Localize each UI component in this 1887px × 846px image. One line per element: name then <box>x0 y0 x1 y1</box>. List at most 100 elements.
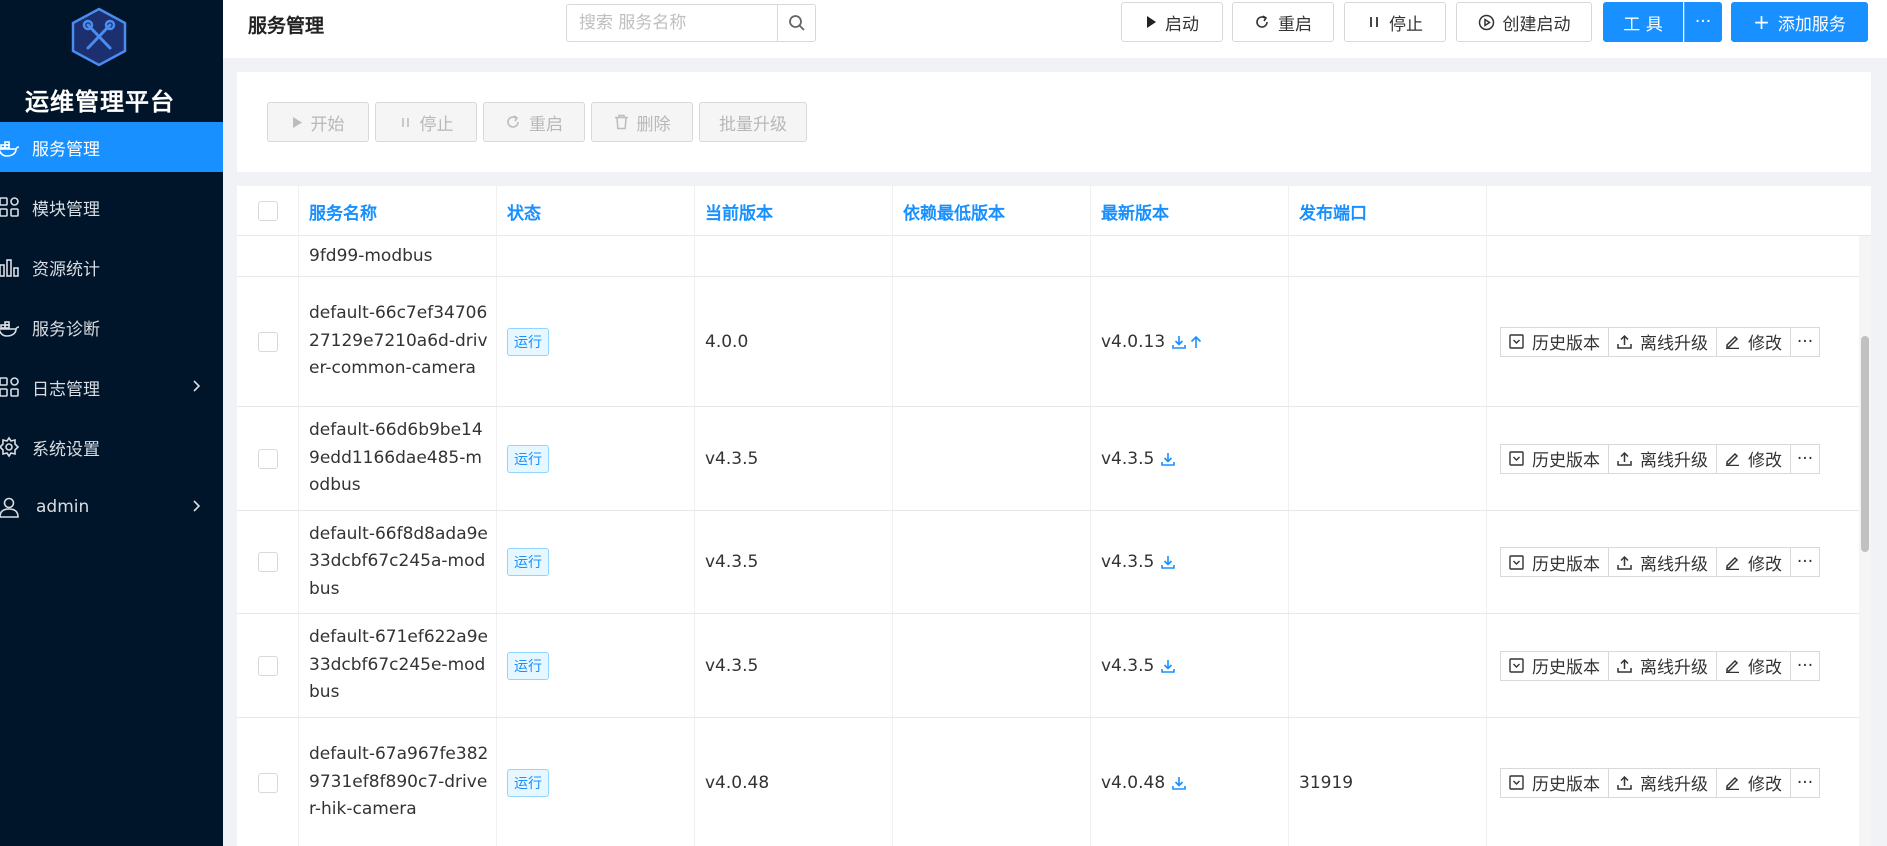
column-header-current-version[interactable]: 当前版本 <box>695 186 893 236</box>
history-version-button[interactable]: 历史版本 <box>1500 443 1609 474</box>
latest-version: v4.3.5 <box>1101 448 1155 469</box>
sidebar-item-system-settings[interactable]: 系统设置 <box>0 422 223 472</box>
row-checkbox[interactable] <box>257 448 278 469</box>
offline-upgrade-button[interactable]: 离线升级 <box>1608 767 1717 798</box>
offline-upgrade-button[interactable]: 离线升级 <box>1608 650 1717 681</box>
bar-chart-icon <box>0 254 22 280</box>
upgrade-arrow-icon[interactable] <box>1189 334 1203 350</box>
sidebar-item-log-management[interactable]: 日志管理 <box>0 362 223 412</box>
edit-button[interactable]: 修改 <box>1716 767 1791 798</box>
history-label: 历史版本 <box>1532 451 1600 471</box>
column-header-actions <box>1487 186 1871 236</box>
edit-button[interactable]: 修改 <box>1716 326 1791 357</box>
table-row[interactable]: default-671ef622a9e33dcbf67c245e-modbus … <box>237 614 1871 718</box>
table-row[interactable]: default-66f8d8ada9e33dcbf67c245a-modbus … <box>237 511 1871 614</box>
start-button[interactable]: 启动 <box>1121 2 1223 42</box>
row-more-button[interactable]: ··· <box>1790 326 1820 357</box>
add-service-button[interactable]: + 添加服务 <box>1731 2 1868 42</box>
edit-button[interactable]: 修改 <box>1716 443 1791 474</box>
reload-icon <box>1256 15 1268 28</box>
row-checkbox[interactable] <box>257 772 278 793</box>
edit-icon <box>1726 776 1739 790</box>
more-icon: ··· <box>1796 772 1814 793</box>
sidebar-item-label: 模块管理 <box>32 199 100 220</box>
sidebar-item-service-diagnosis[interactable]: 服务诊断 <box>0 302 223 352</box>
column-header-status[interactable]: 状态 <box>497 186 695 236</box>
history-version-button[interactable]: 历史版本 <box>1500 326 1609 357</box>
tools-button-label: 工 具 <box>1623 14 1663 35</box>
batch-stop-button[interactable]: 停止 <box>375 102 477 142</box>
download-icon[interactable] <box>1160 554 1176 570</box>
history-version-button[interactable]: 历史版本 <box>1500 547 1609 577</box>
batch-delete-button[interactable]: 删除 <box>591 102 693 142</box>
batch-upgrade-button[interactable]: 批量升级 <box>699 102 807 142</box>
offline-upgrade-button[interactable]: 离线升级 <box>1608 443 1717 474</box>
edit-button[interactable]: 修改 <box>1716 547 1791 577</box>
pause-icon <box>401 117 409 127</box>
select-all-cell <box>237 186 299 236</box>
sidebar-item-label: 服务管理 <box>32 139 100 160</box>
edit-button[interactable]: 修改 <box>1716 650 1791 681</box>
scrollbar-thumb[interactable] <box>1861 336 1869 552</box>
history-version-button[interactable]: 历史版本 <box>1500 650 1609 681</box>
sidebar-item-label: admin <box>36 497 90 517</box>
batch-restart-button[interactable]: 重启 <box>483 102 585 142</box>
tools-more-button[interactable]: ··· <box>1684 2 1722 42</box>
min-dep-version <box>893 277 1091 406</box>
port <box>1289 407 1487 510</box>
offline-upgrade-label: 离线升级 <box>1640 451 1708 471</box>
download-icon[interactable] <box>1160 658 1176 674</box>
create-start-button[interactable]: 创建启动 <box>1456 2 1592 42</box>
min-dep-version <box>893 511 1091 613</box>
history-version-button[interactable]: 历史版本 <box>1500 767 1609 798</box>
column-header-name[interactable]: 服务名称 <box>299 186 497 236</box>
upload-icon <box>1617 658 1632 673</box>
offline-upgrade-button[interactable]: 离线升级 <box>1608 326 1717 357</box>
download-icon[interactable] <box>1171 334 1187 350</box>
column-header-port[interactable]: 发布端口 <box>1289 186 1487 236</box>
download-icon[interactable] <box>1171 775 1187 791</box>
sidebar-item-service-management[interactable]: 服务管理 <box>0 122 223 172</box>
row-actions: 历史版本 离线升级 修改 ··· <box>1500 547 1820 577</box>
table-row[interactable]: default-67a967fe3829731ef8f890c7-driver-… <box>237 718 1871 846</box>
history-icon <box>1509 554 1524 570</box>
upload-icon <box>1617 555 1632 570</box>
sidebar-item-admin[interactable]: admin <box>0 482 223 532</box>
sidebar-item-label: 日志管理 <box>32 379 100 400</box>
stop-button[interactable]: 停止 <box>1344 2 1446 42</box>
row-more-button[interactable]: ··· <box>1790 650 1820 681</box>
edit-icon <box>1726 659 1739 673</box>
current-version: v4.0.48 <box>695 718 893 846</box>
edit-label: 修改 <box>1748 451 1782 471</box>
row-more-button[interactable]: ··· <box>1790 547 1820 577</box>
tools-hexagon-icon[interactable] <box>69 6 129 68</box>
offline-upgrade-label: 离线升级 <box>1640 775 1708 795</box>
sidebar-item-resource-stats[interactable]: 资源统计 <box>0 242 223 292</box>
column-header-latest-version[interactable]: 最新版本 <box>1091 186 1289 236</box>
tools-button[interactable]: 工 具 <box>1603 2 1683 42</box>
search-input[interactable] <box>567 5 777 41</box>
column-header-min-dep-version[interactable]: 依赖最低版本 <box>893 186 1091 236</box>
min-dep-version <box>893 718 1091 846</box>
select-all-checkbox[interactable] <box>257 201 278 221</box>
status-badge: 运行 <box>507 768 549 797</box>
row-checkbox[interactable] <box>257 655 278 676</box>
table-row[interactable]: default-66c7ef3470627129e7210a6d-driver-… <box>237 277 1871 407</box>
history-icon <box>1509 334 1524 349</box>
current-version: v4.3.5 <box>695 614 893 717</box>
batch-start-button[interactable]: 开始 <box>267 102 369 142</box>
sidebar-item-module-management[interactable]: 模块管理 <box>0 182 223 232</box>
sidebar-item-label: 资源统计 <box>32 259 100 280</box>
row-actions: 历史版本 离线升级 修改 ··· <box>1500 443 1820 474</box>
restart-button-label: 重启 <box>1278 14 1312 35</box>
row-checkbox[interactable] <box>257 552 278 572</box>
page-title: 服务管理 <box>248 15 325 37</box>
row-more-button[interactable]: ··· <box>1790 767 1820 798</box>
row-more-button[interactable]: ··· <box>1790 443 1820 474</box>
restart-button[interactable]: 重启 <box>1232 2 1334 42</box>
table-row[interactable]: default-66d6b9be149edd1166dae485-modbus … <box>237 407 1871 511</box>
search-button[interactable] <box>777 5 815 41</box>
offline-upgrade-button[interactable]: 离线升级 <box>1608 547 1717 577</box>
download-icon[interactable] <box>1160 451 1176 467</box>
row-checkbox[interactable] <box>257 331 278 352</box>
